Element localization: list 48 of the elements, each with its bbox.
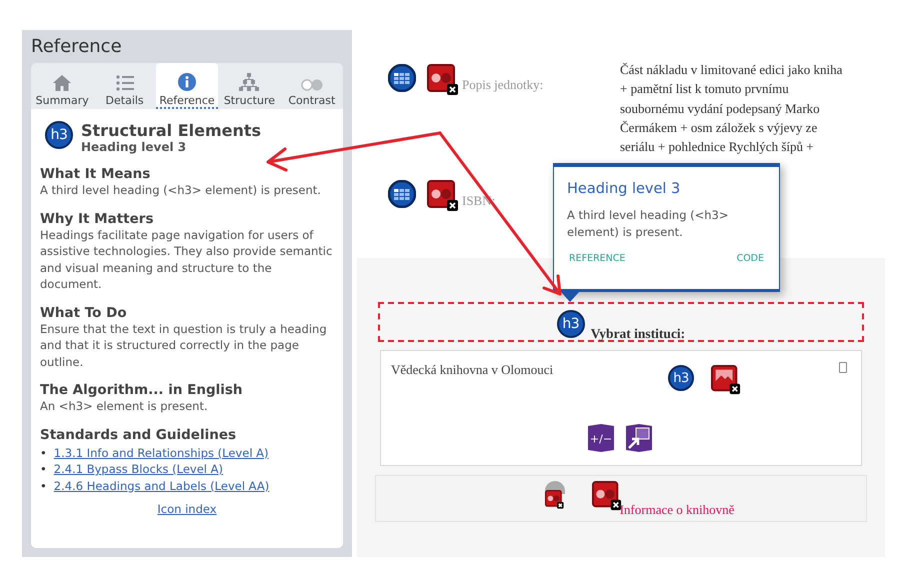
element-title: Structural Elements — [81, 121, 262, 140]
heading-badge-icon: h3 — [668, 365, 694, 391]
home-icon — [53, 75, 72, 91]
tooltip-action[interactable]: REFERENCE — [567, 253, 628, 264]
info-icon — [178, 73, 196, 91]
bullet: • — [40, 444, 47, 461]
icon-index-link[interactable]: Icon index — [157, 502, 217, 516]
guideline-link[interactable]: 1.3.1 Info and Relationships (Level A) — [54, 444, 269, 461]
section-heading: Standards and Guidelines — [40, 426, 238, 442]
expand-arrow-icon — [625, 423, 653, 453]
section-text: Headings facilitate page navigation for users of assistive technologies. They also provide semantic and visual meaning and structure to the document. — [40, 226, 334, 292]
tooltip-action[interactable]: CODE — [734, 253, 766, 264]
heading-badge-icon: h3 — [45, 121, 73, 149]
table-icon — [388, 64, 416, 92]
contrast-icon — [300, 79, 323, 91]
field-label: Popis jednotky: — [462, 77, 544, 93]
element-subtitle: Heading level 3 — [81, 140, 188, 154]
tab[interactable]: Summary — [31, 63, 94, 109]
bullet: • — [40, 478, 47, 494]
tab[interactable]: Contrast — [280, 63, 344, 109]
heading-badge-icon: h3 — [556, 310, 585, 338]
tab[interactable]: Details — [93, 63, 156, 109]
section-text: A third level heading (<h3> element) is present. — [40, 182, 322, 198]
guideline-link[interactable]: 2.4.6 Headings and Labels (Level AA) — [54, 478, 270, 494]
section-heading: What To Do — [40, 304, 128, 320]
section-heading: The Algorithm... in English — [40, 382, 244, 398]
table-icon — [388, 180, 416, 208]
tab[interactable]: Structure — [218, 63, 281, 109]
section-text: An <h3> element is present. — [40, 398, 209, 414]
bullet: • — [40, 461, 47, 478]
institution-name: Vědecká knihovna v Olomouci — [391, 362, 554, 378]
field-value: Část nákladu v limitované edici jako kniha + pamětní list k tomuto prvnímu soubornému vydání podepsaný Marko Čermákem + osm záložek s výjevy ze seriálu + pohlednice Rychlých šípů + — [620, 61, 844, 156]
checkbox-icon — [839, 362, 847, 373]
section-heading: Vybrat instituci: — [590, 326, 686, 342]
section-heading: Why It Matters — [40, 210, 154, 226]
panel-title: Reference — [31, 36, 122, 57]
section-heading: What It Means — [40, 166, 152, 182]
section-text: Ensure that the text in question is truly a heading and that it is structured correctly in the page outline. — [40, 320, 328, 370]
list-icon — [116, 75, 134, 91]
tooltip-text: A third level heading (<h3> element) is present. — [567, 207, 730, 241]
small-media-icon — [544, 481, 566, 509]
library-info-link[interactable]: Informace o knihovně — [620, 502, 734, 518]
tooltip-title: Heading level 3 — [567, 181, 682, 197]
guideline-link[interactable]: 2.4.1 Bypass Blocks (Level A) — [54, 461, 223, 478]
hierarchy-icon — [239, 73, 260, 91]
broken-media-icon — [592, 481, 622, 511]
tab[interactable]: Reference — [156, 63, 218, 109]
plus-minus-label: +/− — [590, 432, 612, 446]
